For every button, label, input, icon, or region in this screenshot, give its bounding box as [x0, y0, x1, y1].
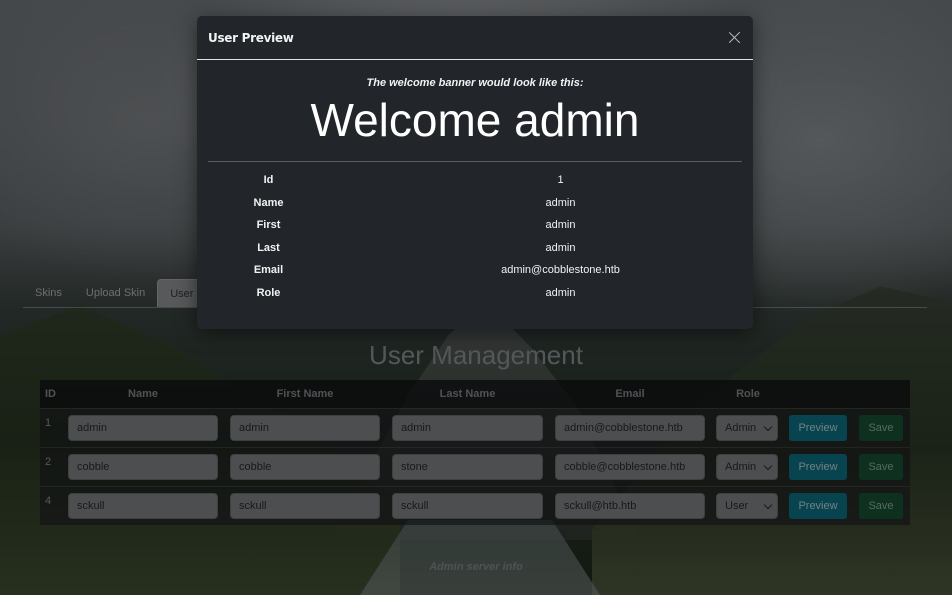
detail-value: admin [545, 219, 576, 232]
modal-title: User Preview [208, 30, 294, 45]
modal-header: User Preview [197, 16, 753, 60]
close-icon[interactable] [726, 29, 743, 46]
welcome-banner: Welcome admin [310, 94, 640, 146]
detail-value: admin@cobblestone.htb [501, 264, 620, 277]
detail-row: First admin [208, 214, 742, 237]
banner-caption: The welcome banner would look like this: [366, 77, 584, 89]
detail-row: Last admin [208, 237, 742, 260]
detail-key: Name [253, 196, 284, 209]
detail-key: First [256, 219, 281, 232]
detail-key: Email [253, 264, 284, 277]
detail-row: Role admin [208, 282, 742, 305]
detail-row: Name admin [208, 192, 742, 215]
detail-value: admin [545, 241, 576, 254]
detail-value: admin [545, 286, 576, 299]
detail-key: Id [263, 174, 274, 187]
detail-value: admin [545, 196, 576, 209]
modal-divider [208, 161, 742, 162]
user-preview-modal: User Preview The welcome banner would lo… [197, 16, 753, 329]
detail-value: 1 [557, 174, 564, 187]
preview-details-table: Id 1 Name admin First admin Last admin E… [208, 169, 742, 304]
detail-row: Id 1 [208, 169, 742, 192]
detail-row: Email admin@cobblestone.htb [208, 259, 742, 282]
detail-key: Role [256, 286, 281, 299]
detail-key: Last [257, 241, 280, 254]
